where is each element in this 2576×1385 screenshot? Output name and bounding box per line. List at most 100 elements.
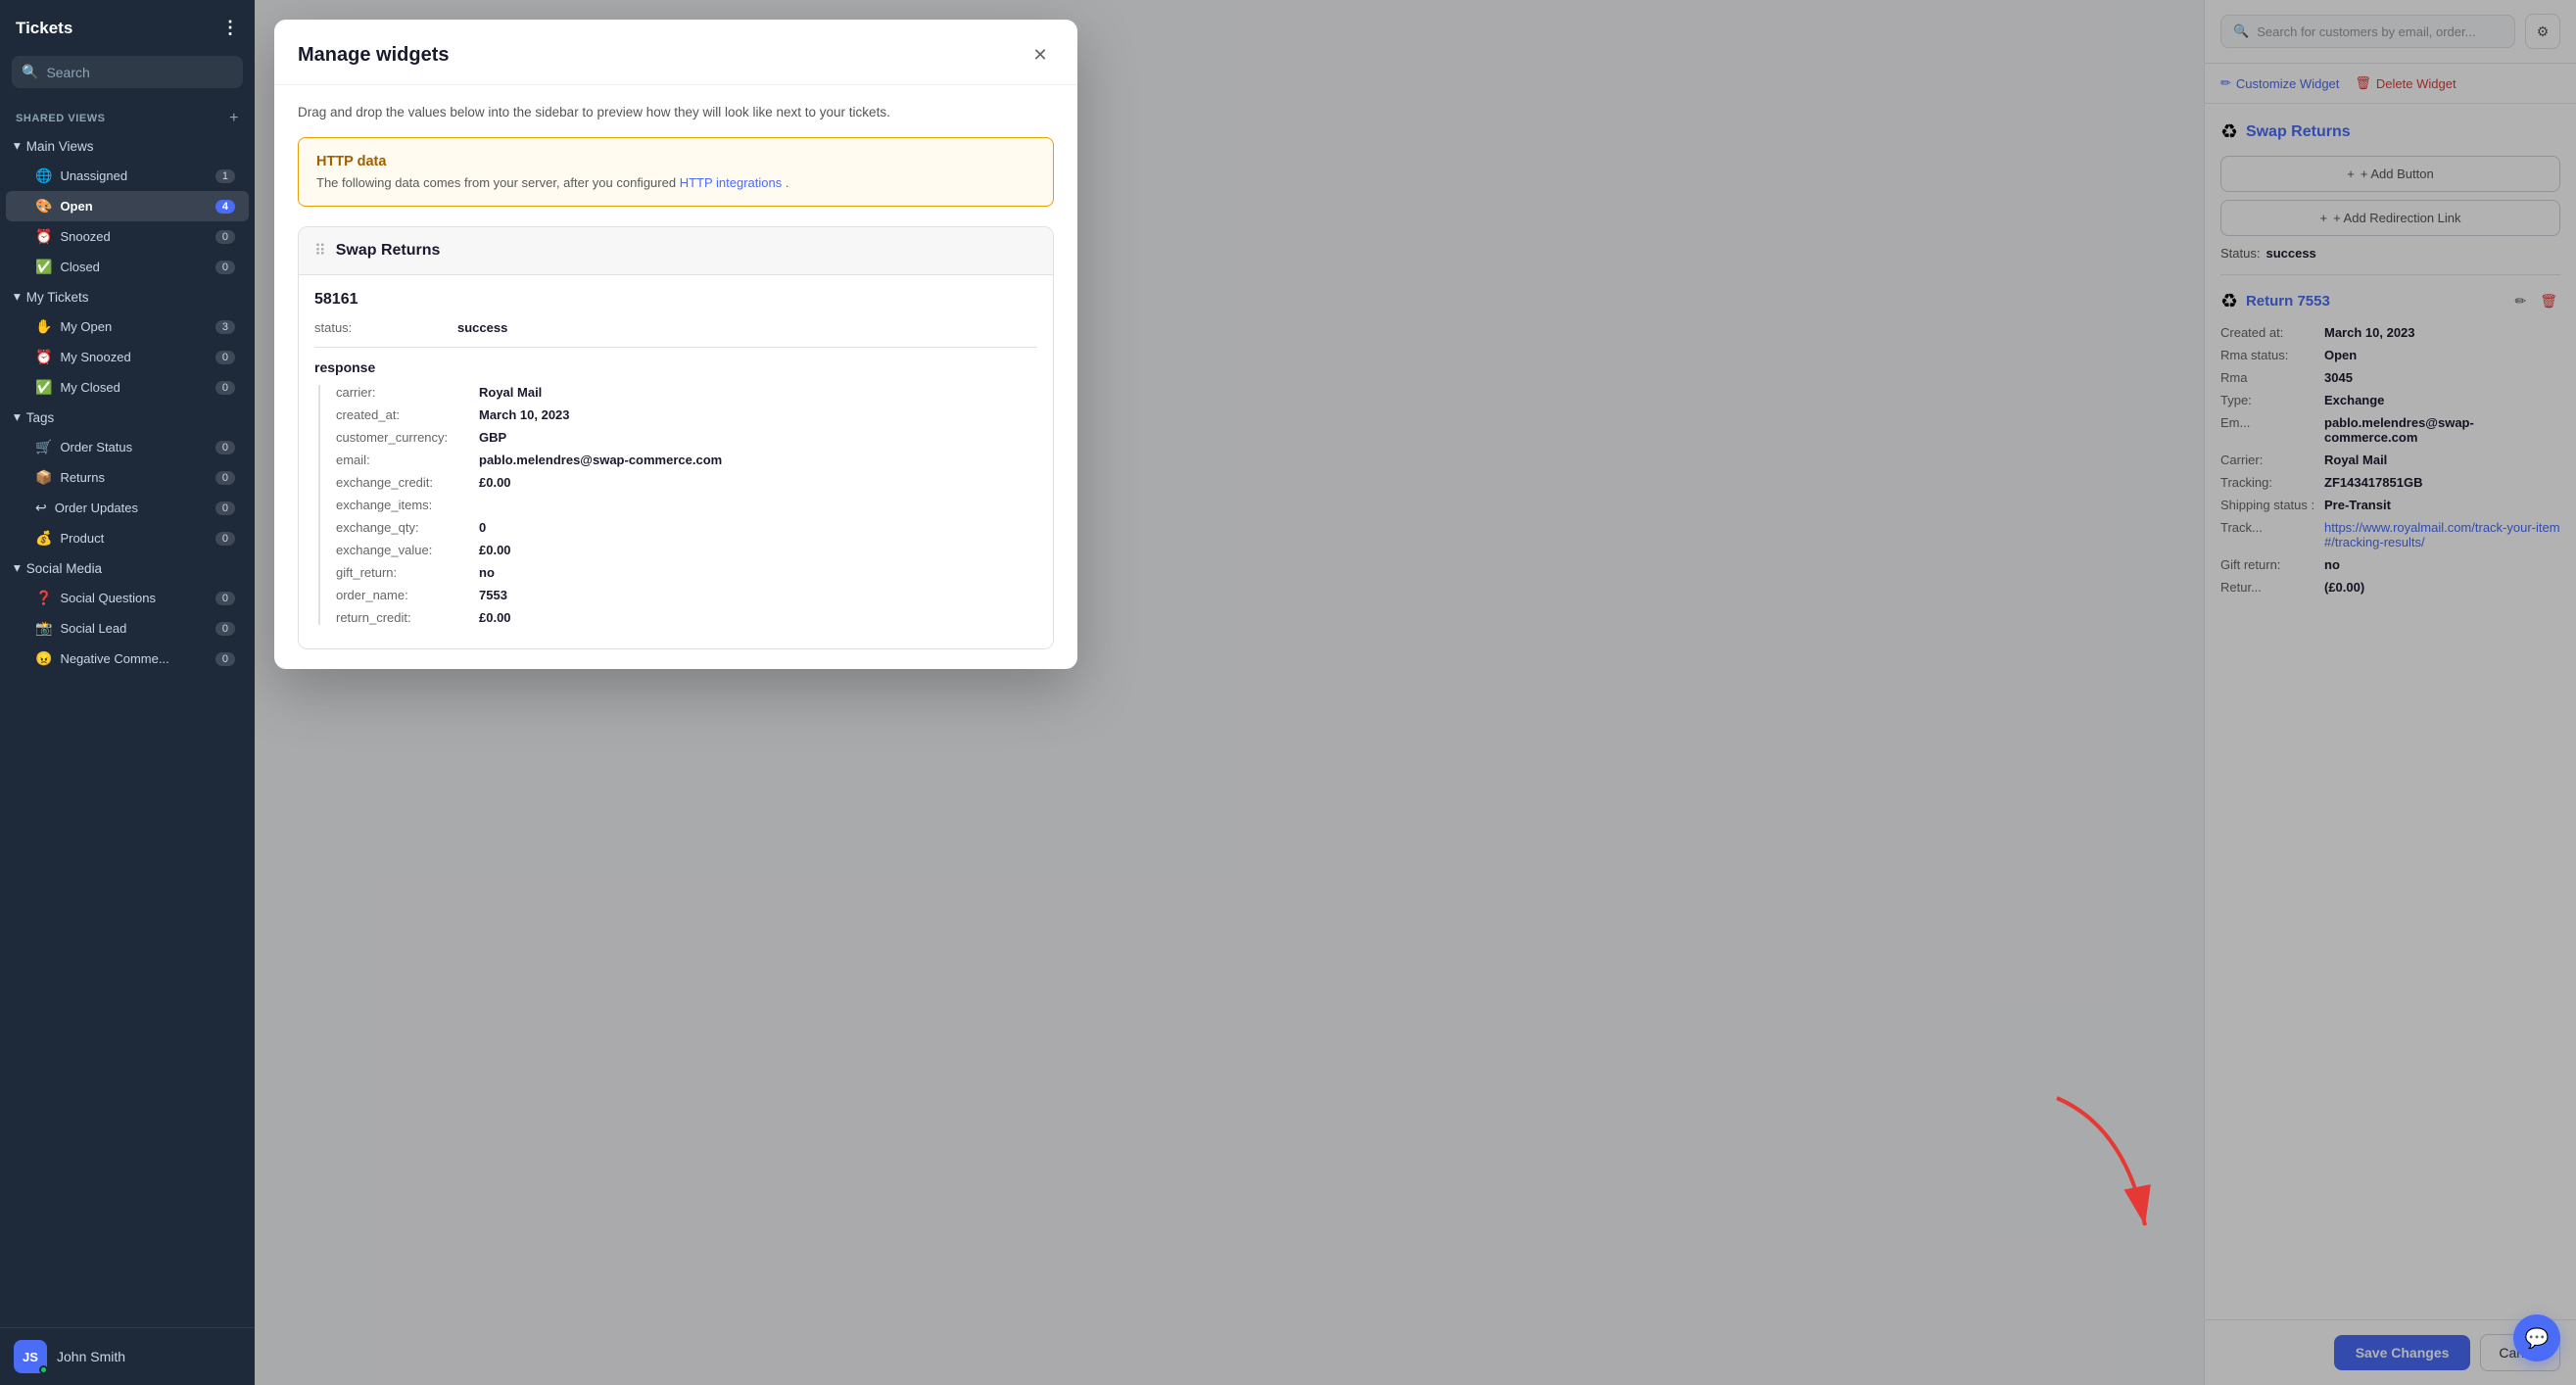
my-closed-icon: ✅	[35, 379, 52, 396]
widget-card: ⠿ Swap Returns 58161 status: success res…	[298, 226, 1054, 649]
returns-badge: 0	[215, 471, 235, 485]
sidebar-item-order-status[interactable]: 🛒 Order Status 0	[6, 432, 249, 462]
field-exchange-value: exchange_value: £0.00	[336, 543, 1037, 557]
modal-title: Manage widgets	[298, 44, 449, 67]
sidebar-item-closed[interactable]: ✅ Closed 0	[6, 252, 249, 282]
shared-views-label: SHARED VIEWS +	[0, 102, 255, 131]
sidebar-group-label: My Tickets	[26, 290, 89, 305]
widget-card-body: 58161 status: success response carrier: …	[299, 275, 1053, 648]
sidebar-item-label: Snoozed	[60, 229, 110, 244]
sidebar-item-label: My Open	[60, 319, 112, 334]
field-email: email: pablo.melendres@swap-commerce.com	[336, 453, 1037, 467]
sidebar-item-snoozed[interactable]: ⏰ Snoozed 0	[6, 221, 249, 252]
sidebar-item-social-questions[interactable]: ❓ Social Questions 0	[6, 583, 249, 613]
sidebar-item-label: Social Questions	[60, 591, 156, 605]
field-order-name: order_name: 7553	[336, 588, 1037, 602]
product-icon: 💰	[35, 530, 52, 547]
social-questions-icon: ❓	[35, 590, 52, 606]
sidebar-item-order-updates[interactable]: ↩ Order Updates 0	[6, 493, 249, 523]
order-updates-badge: 0	[215, 501, 235, 515]
chevron-icon: ▾	[14, 289, 21, 305]
my-closed-badge: 0	[215, 381, 235, 395]
modal-header: Manage widgets ✕	[274, 20, 1077, 85]
http-desc-end: .	[786, 175, 789, 190]
add-shared-view-button[interactable]: +	[229, 110, 239, 127]
negative-badge: 0	[215, 652, 235, 666]
sidebar-group-my-tickets[interactable]: ▾ My Tickets	[0, 282, 255, 311]
sidebar-item-label: Unassigned	[60, 168, 127, 183]
sidebar-item-label: My Snoozed	[60, 350, 130, 364]
sidebar-item-label: Product	[60, 531, 104, 546]
sidebar-item-open[interactable]: 🎨 Open 4	[6, 191, 249, 221]
open-icon: 🎨	[35, 198, 52, 215]
user-name: John Smith	[57, 1349, 125, 1364]
sidebar-item-returns[interactable]: 📦 Returns 0	[6, 462, 249, 493]
sidebar-item-my-snoozed[interactable]: ⏰ My Snoozed 0	[6, 342, 249, 372]
sidebar-group-tags[interactable]: ▾ Tags	[0, 403, 255, 432]
open-badge: 4	[215, 200, 235, 214]
field-exchange-credit: exchange_credit: £0.00	[336, 475, 1037, 490]
sidebar-item-label: Negative Comme...	[60, 651, 168, 666]
sidebar-item-label: Open	[60, 199, 92, 214]
chevron-icon: ▾	[14, 560, 21, 576]
sidebar-footer: JS John Smith	[0, 1327, 255, 1385]
closed-badge: 0	[215, 261, 235, 274]
status-row: status: success	[314, 320, 1037, 335]
search-bar[interactable]: 🔍 Search	[12, 56, 243, 88]
drag-handle-icon[interactable]: ⠿	[314, 241, 326, 261]
negative-icon: 😠	[35, 650, 52, 667]
field-exchange-items: exchange_items:	[336, 498, 1037, 512]
sidebar-group-label: Social Media	[26, 561, 102, 576]
chevron-icon: ▾	[14, 409, 21, 425]
sidebar-item-my-open[interactable]: ✋ My Open 3	[6, 311, 249, 342]
my-open-icon: ✋	[35, 318, 52, 335]
order-status-icon: 🛒	[35, 439, 52, 455]
social-lead-icon: 📸	[35, 620, 52, 637]
snoozed-badge: 0	[215, 230, 235, 244]
sidebar-group-label: Tags	[26, 410, 55, 425]
response-title: response	[314, 359, 1037, 375]
modal-overlay: Manage widgets ✕ Drag and drop the value…	[255, 0, 2576, 1385]
modal-subtitle: Drag and drop the values below into the …	[298, 105, 1054, 119]
app-title: Tickets	[16, 19, 72, 38]
field-currency: customer_currency: GBP	[336, 430, 1037, 445]
modal-body: Drag and drop the values below into the …	[274, 85, 1077, 669]
sidebar-item-negative-comme[interactable]: 😠 Negative Comme... 0	[6, 644, 249, 674]
status-val: success	[457, 320, 507, 335]
sidebar-item-label: Order Updates	[55, 501, 138, 515]
sidebar-item-my-closed[interactable]: ✅ My Closed 0	[6, 372, 249, 403]
sidebar-item-social-lead[interactable]: 📸 Social Lead 0	[6, 613, 249, 644]
search-icon: 🔍	[22, 64, 38, 80]
sidebar-group-label: Main Views	[26, 139, 94, 154]
order-status-badge: 0	[215, 441, 235, 454]
arrow-indicator	[2047, 1088, 2165, 1248]
http-integrations-link[interactable]: HTTP integrations	[680, 175, 783, 190]
more-icon[interactable]: ⋮	[221, 18, 239, 38]
closed-icon: ✅	[35, 259, 52, 275]
modal-close-button[interactable]: ✕	[1026, 41, 1054, 69]
field-return-credit: return_credit: £0.00	[336, 610, 1037, 625]
sidebar-group-social-media[interactable]: ▾ Social Media	[0, 553, 255, 583]
sidebar-header: Tickets ⋮	[0, 0, 255, 52]
widget-card-title: Swap Returns	[336, 242, 441, 260]
order-id: 58161	[314, 291, 1037, 309]
my-snoozed-icon: ⏰	[35, 349, 52, 365]
chat-fab-button[interactable]: 💬	[2513, 1314, 2560, 1361]
my-snoozed-badge: 0	[215, 351, 235, 364]
sidebar-item-label: Social Lead	[60, 621, 126, 636]
sidebar-item-label: My Closed	[60, 380, 119, 395]
http-desc-text: The following data comes from your serve…	[316, 175, 680, 190]
field-created-at: created_at: March 10, 2023	[336, 407, 1037, 422]
returns-icon: 📦	[35, 469, 52, 486]
sidebar: Tickets ⋮ 🔍 Search SHARED VIEWS + ▾ Main…	[0, 0, 255, 1385]
field-carrier: carrier: Royal Mail	[336, 385, 1037, 400]
product-badge: 0	[215, 532, 235, 546]
manage-widgets-modal: Manage widgets ✕ Drag and drop the value…	[274, 20, 1077, 669]
sidebar-item-product[interactable]: 💰 Product 0	[6, 523, 249, 553]
http-box-desc: The following data comes from your serve…	[316, 175, 1035, 190]
online-dot	[39, 1365, 48, 1374]
sidebar-group-main-views[interactable]: ▾ Main Views	[0, 131, 255, 161]
sidebar-item-unassigned[interactable]: 🌐 Unassigned 1	[6, 161, 249, 191]
response-fields: carrier: Royal Mail created_at: March 10…	[318, 385, 1037, 625]
avatar[interactable]: JS	[14, 1340, 47, 1373]
